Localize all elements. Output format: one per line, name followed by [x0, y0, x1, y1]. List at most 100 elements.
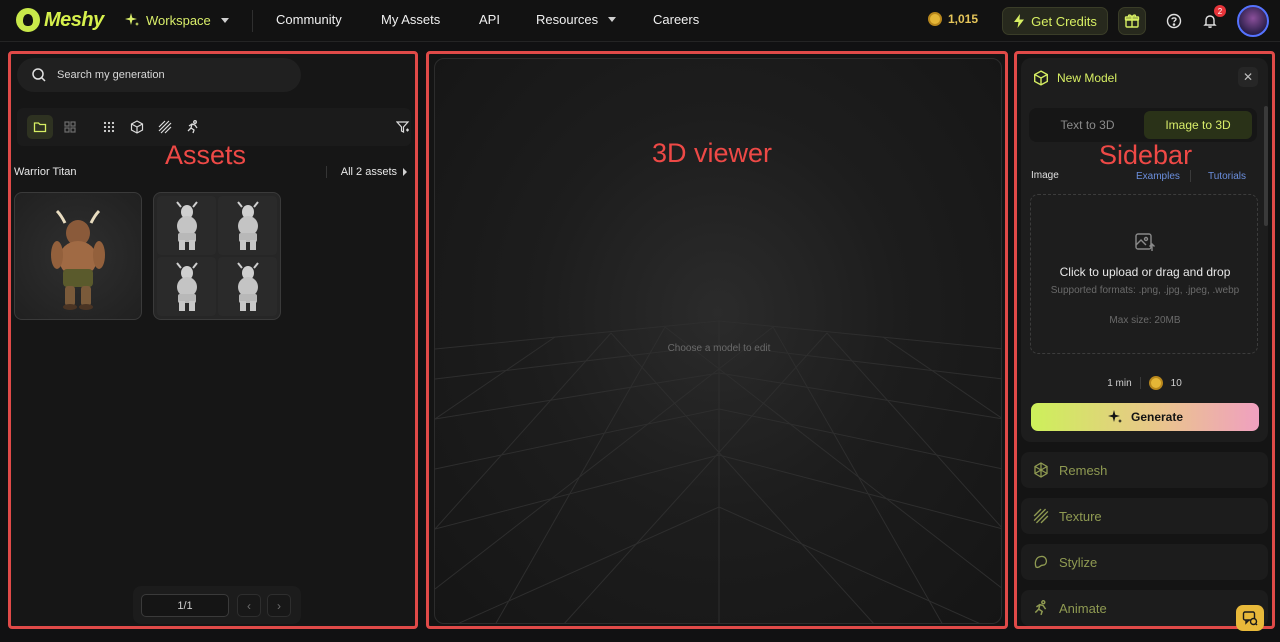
examples-link[interactable]: Examples [1136, 171, 1180, 182]
white-model-image [167, 261, 207, 313]
tab-image-to-3d[interactable]: Image to 3D [1144, 111, 1252, 139]
asset-group-title: Warrior Titan [14, 166, 77, 178]
chevron-down-icon [221, 18, 229, 23]
sparkle-icon [124, 12, 140, 28]
sidebar-scrollbar[interactable] [1264, 106, 1268, 226]
gift-button[interactable] [1118, 7, 1146, 35]
all-assets-link[interactable]: All 2 assets [326, 166, 407, 178]
new-model-title: New Model [1057, 71, 1117, 85]
top-navigation-bar: Meshy Workspace Community My Assets API … [0, 0, 1280, 42]
filter-settings-button[interactable] [393, 115, 413, 139]
new-model-header: New Model [1033, 70, 1117, 86]
user-avatar[interactable] [1237, 5, 1269, 37]
chevron-right-icon [403, 168, 407, 176]
filter-textures-button[interactable] [152, 115, 178, 139]
assets-panel: Warrior Titan All 2 assets [8, 51, 418, 629]
nav-workspace-label: Workspace [146, 13, 211, 28]
search-input[interactable] [57, 69, 277, 81]
tool-stylize-label: Stylize [1059, 555, 1097, 570]
nav-community[interactable]: Community [276, 12, 342, 27]
tab-text-to-3d[interactable]: Text to 3D [1035, 111, 1140, 139]
nav-resources[interactable]: Resources [536, 12, 616, 27]
running-figure-icon [1033, 600, 1049, 616]
notifications-button[interactable]: 2 [1200, 11, 1220, 31]
nav-my-assets[interactable]: My Assets [381, 12, 440, 27]
filter-funnel-icon [396, 120, 410, 134]
image-upload-dropzone[interactable]: Click to upload or drag and drop Support… [1030, 194, 1258, 354]
white-model-image [228, 200, 268, 252]
pagination: 1/1 ‹ › [133, 586, 301, 624]
upload-max-size: Max size: 20MB [1045, 313, 1245, 328]
chevron-left-icon: ‹ [247, 599, 251, 613]
filter-all-button[interactable] [96, 115, 122, 139]
chevron-right-icon: › [277, 599, 281, 613]
brand-name: Meshy [44, 9, 104, 32]
help-button[interactable] [1164, 11, 1184, 31]
page-number-input[interactable]: 1/1 [141, 594, 229, 617]
tool-texture[interactable]: Texture [1021, 498, 1268, 534]
image-upload-icon [1134, 231, 1156, 253]
estimated-time: 1 min [1107, 378, 1131, 389]
tool-remesh[interactable]: Remesh [1021, 452, 1268, 488]
tutorials-link[interactable]: Tutorials [1208, 171, 1246, 182]
get-credits-button[interactable]: Get Credits [1002, 7, 1108, 35]
nav-workspace[interactable]: Workspace [124, 12, 229, 28]
close-icon: ✕ [1243, 70, 1253, 84]
sidebar-panel: New Model ✕ Text to 3D Image to 3D Image… [1014, 51, 1275, 629]
meshy-logo[interactable]: Meshy [16, 8, 104, 32]
model-preview [218, 196, 277, 255]
viewer-empty-hint: Choose a model to edit [435, 343, 1002, 354]
generate-label: Generate [1131, 410, 1183, 424]
gift-icon [1124, 13, 1140, 29]
lightning-icon [1013, 14, 1025, 28]
nav-careers[interactable]: Careers [653, 12, 699, 27]
credits-value: 1,015 [948, 12, 978, 26]
filter-animations-button[interactable] [180, 115, 206, 139]
upload-title: Click to upload or drag and drop [1031, 265, 1259, 279]
chevron-down-icon [608, 17, 616, 22]
grid-view-button[interactable] [57, 115, 83, 139]
support-chat-button[interactable] [1236, 605, 1264, 631]
upload-formats: Supported formats: .png, .jpg, .jpeg, .w… [1045, 283, 1245, 298]
get-credits-label: Get Credits [1031, 14, 1097, 29]
grid-icon [64, 121, 76, 133]
coin-icon [1149, 376, 1163, 390]
model-preview [157, 196, 216, 255]
dots-grid-icon [103, 121, 115, 133]
search-box[interactable] [17, 58, 301, 92]
generation-meta: 1 min 10 [1021, 376, 1268, 390]
cube-icon [130, 120, 144, 134]
tool-texture-label: Texture [1059, 509, 1102, 524]
image-section-label: Image [1031, 170, 1059, 181]
viewer-panel: Choose a model to edit 3D viewer [426, 51, 1008, 629]
generation-cost: 10 [1171, 378, 1182, 389]
nav-resources-label: Resources [536, 12, 598, 27]
meshy-logo-icon [16, 8, 40, 32]
tool-animate[interactable]: Animate [1021, 590, 1268, 626]
search-icon [31, 67, 47, 83]
new-model-card: New Model ✕ Text to 3D Image to 3D Image… [1021, 58, 1268, 442]
generate-button[interactable]: Generate [1031, 403, 1259, 431]
sidebar-annotation-label: Sidebar [1099, 140, 1192, 171]
asset-thumbnail[interactable] [14, 192, 142, 320]
previous-page-button[interactable]: ‹ [237, 594, 261, 617]
close-button[interactable]: ✕ [1238, 67, 1258, 87]
white-model-image [167, 200, 207, 252]
tool-stylize[interactable]: Stylize [1021, 544, 1268, 580]
next-page-button[interactable]: › [267, 594, 291, 617]
assets-annotation-label: Assets [165, 140, 246, 171]
asset-thumbnail-grid[interactable] [153, 192, 281, 320]
texture-icon [1033, 508, 1049, 524]
model-preview [157, 257, 216, 316]
filter-models-button[interactable] [124, 115, 150, 139]
texture-icon [158, 120, 172, 134]
help-icon [1166, 13, 1182, 29]
folder-view-button[interactable] [27, 115, 53, 139]
nav-api[interactable]: API [479, 12, 500, 27]
credits-balance[interactable]: 1,015 [928, 12, 978, 26]
all-assets-label: All 2 assets [341, 166, 397, 178]
model-preview [218, 257, 277, 316]
cube-icon [1033, 70, 1049, 86]
viewer-annotation-label: 3D viewer [652, 138, 772, 169]
tool-animate-label: Animate [1059, 601, 1107, 616]
